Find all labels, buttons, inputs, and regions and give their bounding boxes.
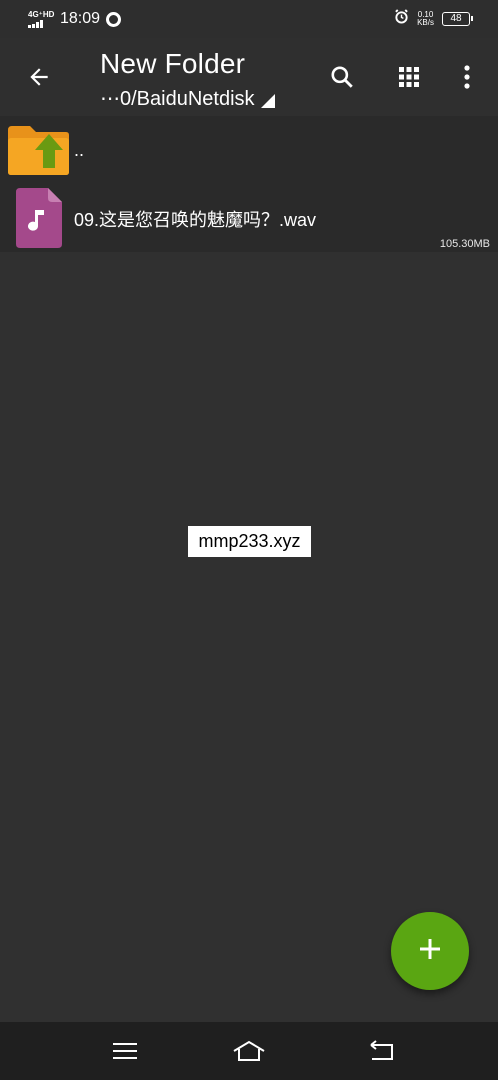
alarm-icon bbox=[394, 9, 409, 29]
file-list: .. 09.这是您召唤的魅魔吗？.wav 105.30MB bbox=[0, 116, 498, 252]
audio-file-icon bbox=[16, 188, 62, 253]
file-size: 105.30MB bbox=[439, 238, 490, 250]
list-item-parent-folder[interactable]: .. bbox=[0, 116, 498, 184]
app-bar: New Folder ⋯0/BaiduNetdisk bbox=[0, 38, 498, 116]
path-label: ⋯0/BaiduNetdisk bbox=[100, 88, 255, 110]
system-nav-bar bbox=[0, 1022, 498, 1080]
home-icon[interactable] bbox=[232, 1036, 266, 1066]
back-icon[interactable] bbox=[364, 1036, 398, 1066]
battery-level: 48 bbox=[450, 13, 462, 24]
app-notification-icon bbox=[106, 11, 122, 27]
battery-icon: 48 bbox=[442, 12, 473, 26]
network-type: 4G⁺HD bbox=[28, 9, 55, 19]
menu-icon[interactable] bbox=[108, 1036, 142, 1066]
list-item-wav-file[interactable]: 09.这是您召唤的魅魔吗？.wav 105.30MB bbox=[0, 184, 498, 252]
path-dropdown[interactable]: ⋯0/BaiduNetdisk bbox=[100, 86, 275, 111]
network-speed: 0.10 KB/s bbox=[417, 10, 434, 27]
status-bar: 4G⁺HD 18:09 0.10 KB/s 48 bbox=[0, 0, 498, 38]
status-time: 18:09 bbox=[60, 10, 101, 27]
folder-up-icon bbox=[8, 124, 70, 181]
watermark-label: mmp233.xyz bbox=[188, 526, 311, 557]
back-arrow-icon[interactable] bbox=[22, 60, 56, 94]
file-name: 09.这是您召唤的魅魔吗？.wav bbox=[74, 210, 317, 230]
search-icon[interactable] bbox=[325, 60, 359, 94]
parent-folder-label: .. bbox=[74, 140, 85, 160]
page-title: New Folder bbox=[100, 48, 246, 79]
add-fab-button[interactable] bbox=[391, 912, 469, 990]
plus-icon bbox=[418, 937, 442, 966]
signal-icon: 4G⁺HD bbox=[28, 9, 55, 28]
dropdown-triangle-icon bbox=[260, 94, 275, 108]
more-vert-icon[interactable] bbox=[450, 60, 484, 94]
grid-view-icon[interactable] bbox=[392, 60, 426, 94]
